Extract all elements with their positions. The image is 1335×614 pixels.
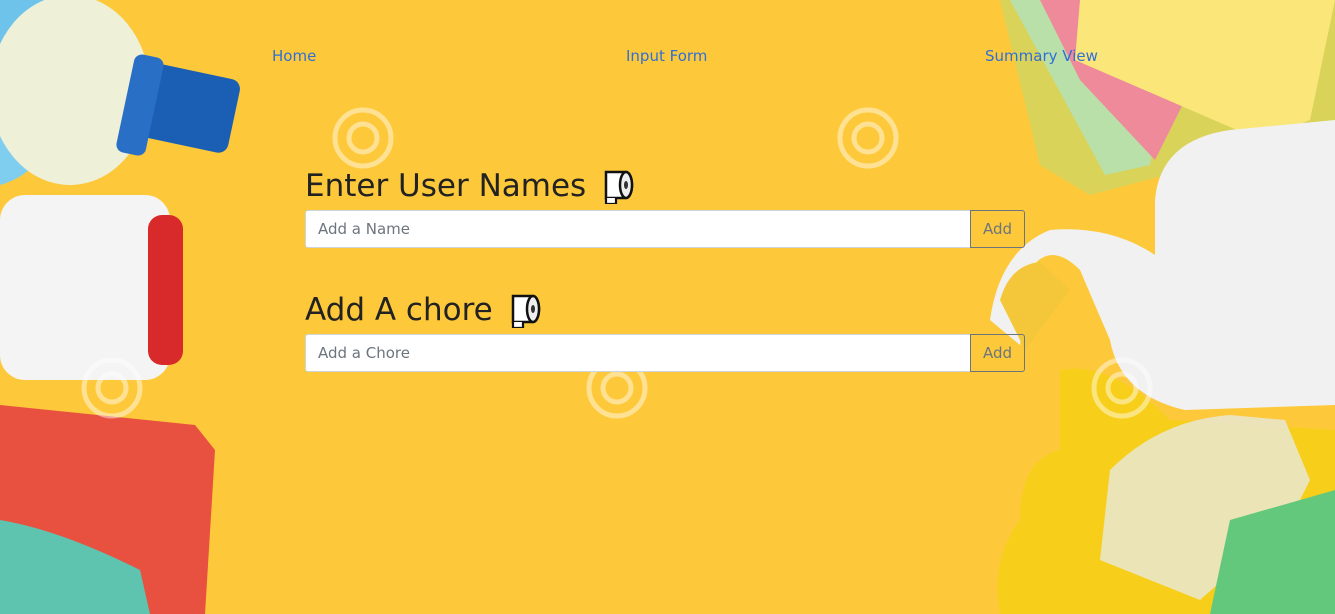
user-names-heading: Enter User Names xyxy=(305,166,1025,206)
chores-title: Add A chore xyxy=(305,292,493,328)
nav-summary-view-link[interactable]: Summary View xyxy=(985,47,1098,65)
chore-input-group: Add xyxy=(305,334,1025,372)
add-name-button[interactable]: Add xyxy=(970,210,1025,248)
chores-heading: Add A chore xyxy=(305,290,1025,330)
nav-input-form-link[interactable]: Input Form xyxy=(626,47,707,65)
user-names-section: Enter User Names Add xyxy=(305,166,1025,248)
add-chore-input[interactable] xyxy=(305,334,970,372)
toilet-paper-icon xyxy=(604,170,634,204)
chores-section: Add A chore Add xyxy=(305,290,1025,372)
user-names-title: Enter User Names xyxy=(305,168,587,204)
add-name-input[interactable] xyxy=(305,210,970,248)
add-chore-button[interactable]: Add xyxy=(970,334,1025,372)
toilet-paper-icon xyxy=(511,294,540,328)
user-name-input-group: Add xyxy=(305,210,1025,248)
nav-home-link[interactable]: Home xyxy=(272,47,316,65)
